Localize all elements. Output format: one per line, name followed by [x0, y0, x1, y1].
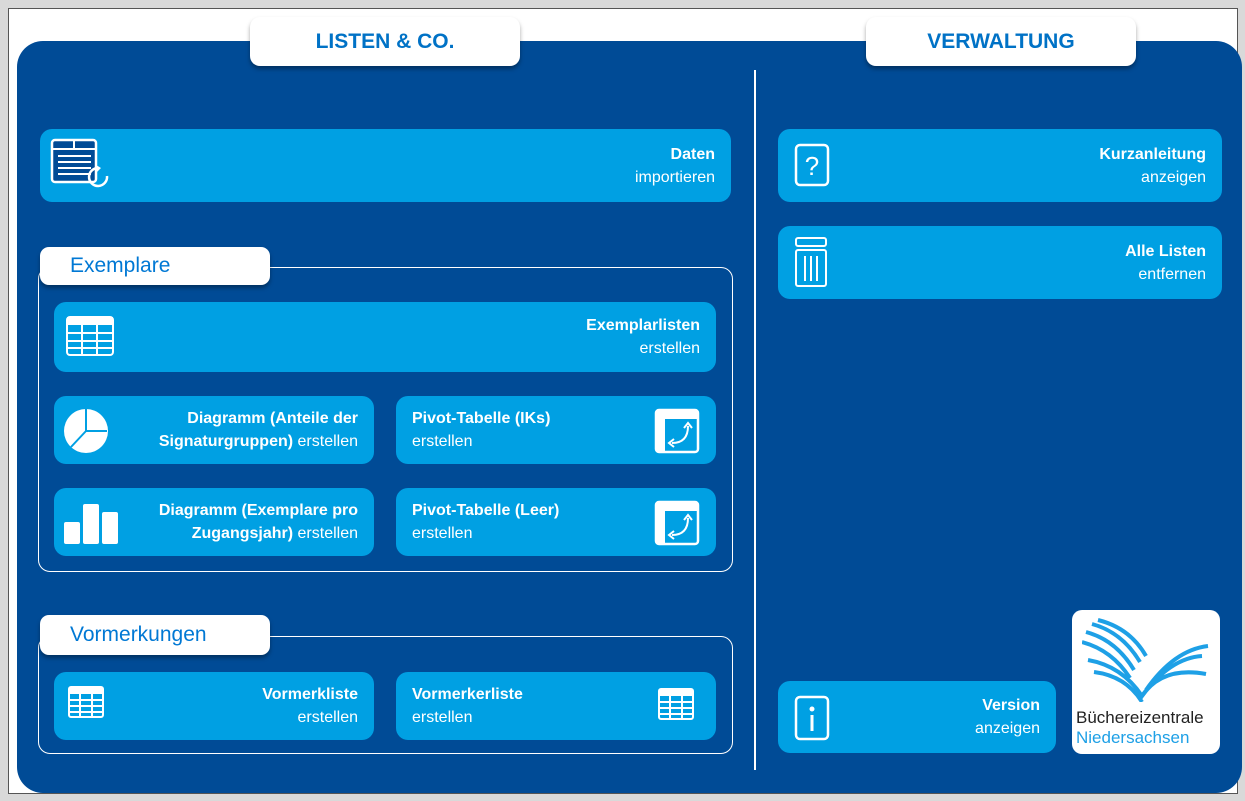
- reserver-list-title: Vormerkerliste: [412, 686, 523, 703]
- quick-guide-sub: anzeigen: [1141, 168, 1206, 186]
- vormerkungen-group-title: Vormerkungen: [40, 615, 270, 655]
- version-title: Version: [982, 697, 1040, 714]
- quick-guide-title: Kurzanleitung: [1099, 145, 1206, 163]
- chart-signature-title2: Signaturgruppen): [158, 433, 294, 450]
- remove-all-lists-title: Alle Listen: [1125, 242, 1206, 260]
- remove-all-lists-sub: entfernen: [1138, 265, 1206, 283]
- svg-text:?: ?: [805, 151, 819, 181]
- table-icon: [66, 316, 114, 356]
- chart-accession-title1: Diagramm (Exemplare pro: [158, 502, 358, 519]
- import-data-button[interactable]: Daten importieren: [40, 129, 731, 202]
- pivot-table-icon: [654, 408, 700, 454]
- logo-line1: Büchereizentrale: [1076, 708, 1204, 727]
- trash-icon: [795, 237, 827, 287]
- chart-accession-year-button[interactable]: Diagramm (Exemplare pro Zugangsjahr) ers…: [54, 488, 374, 556]
- reserver-list-button[interactable]: Vormerkerliste erstellen: [396, 672, 716, 740]
- exemplar-lists-button[interactable]: Exemplarlisten erstellen: [54, 302, 716, 372]
- reservation-list-title: Vormerkliste: [262, 686, 358, 703]
- exemplare-group-title: Exemplare: [40, 247, 270, 285]
- section-divider: [754, 70, 756, 770]
- pivot-table-icon: [654, 500, 700, 546]
- table-icon: [68, 686, 104, 718]
- book-wave-logo: [1082, 618, 1209, 702]
- section-title-lists: LISTEN & CO.: [250, 17, 520, 66]
- version-sub: anzeigen: [975, 720, 1040, 737]
- pivot-iks-sub: erstellen: [412, 433, 473, 450]
- logo-line2: Niedersachsen: [1076, 728, 1190, 747]
- chart-signature-title1: Diagramm (Anteile der: [187, 410, 358, 427]
- table-icon: [658, 688, 694, 720]
- table-import-icon: [50, 138, 109, 188]
- reservation-list-button[interactable]: Vormerkliste erstellen: [54, 672, 374, 740]
- pivot-iks-button[interactable]: Pivot-Tabelle (IKs) erstellen: [396, 396, 716, 464]
- exemplar-lists-title: Exemplarlisten: [586, 317, 700, 334]
- pivot-empty-button[interactable]: Pivot-Tabelle (Leer) erstellen: [396, 488, 716, 556]
- pie-chart-icon: [64, 409, 108, 453]
- pivot-iks-title: Pivot-Tabelle (IKs): [412, 410, 551, 427]
- help-icon: ?: [794, 143, 830, 187]
- logo: Büchereizentrale Niedersachsen: [1072, 610, 1220, 754]
- version-button[interactable]: Version anzeigen: [778, 681, 1056, 753]
- chart-accession-sub: erstellen: [293, 525, 358, 542]
- pivot-empty-title: Pivot-Tabelle (Leer): [412, 502, 560, 519]
- reservation-list-sub: erstellen: [297, 709, 358, 726]
- import-data-sub: importieren: [634, 168, 715, 186]
- import-data-title: Daten: [670, 145, 715, 163]
- chart-signature-sub: erstellen: [293, 433, 358, 450]
- quick-guide-button[interactable]: ? Kurzanleitung anzeigen: [778, 129, 1222, 202]
- chart-signature-groups-button[interactable]: Diagramm (Anteile der Signaturgruppen) e…: [54, 396, 374, 464]
- section-title-admin: VERWALTUNG: [866, 17, 1136, 66]
- remove-all-lists-button[interactable]: Alle Listen entfernen: [778, 226, 1222, 299]
- exemplar-lists-sub: erstellen: [639, 340, 700, 357]
- pivot-empty-sub: erstellen: [412, 525, 473, 542]
- chart-accession-title2: Zugangsjahr): [191, 525, 294, 542]
- reserver-list-sub: erstellen: [412, 709, 473, 726]
- info-icon: [794, 695, 830, 741]
- bar-chart-icon: [64, 504, 118, 544]
